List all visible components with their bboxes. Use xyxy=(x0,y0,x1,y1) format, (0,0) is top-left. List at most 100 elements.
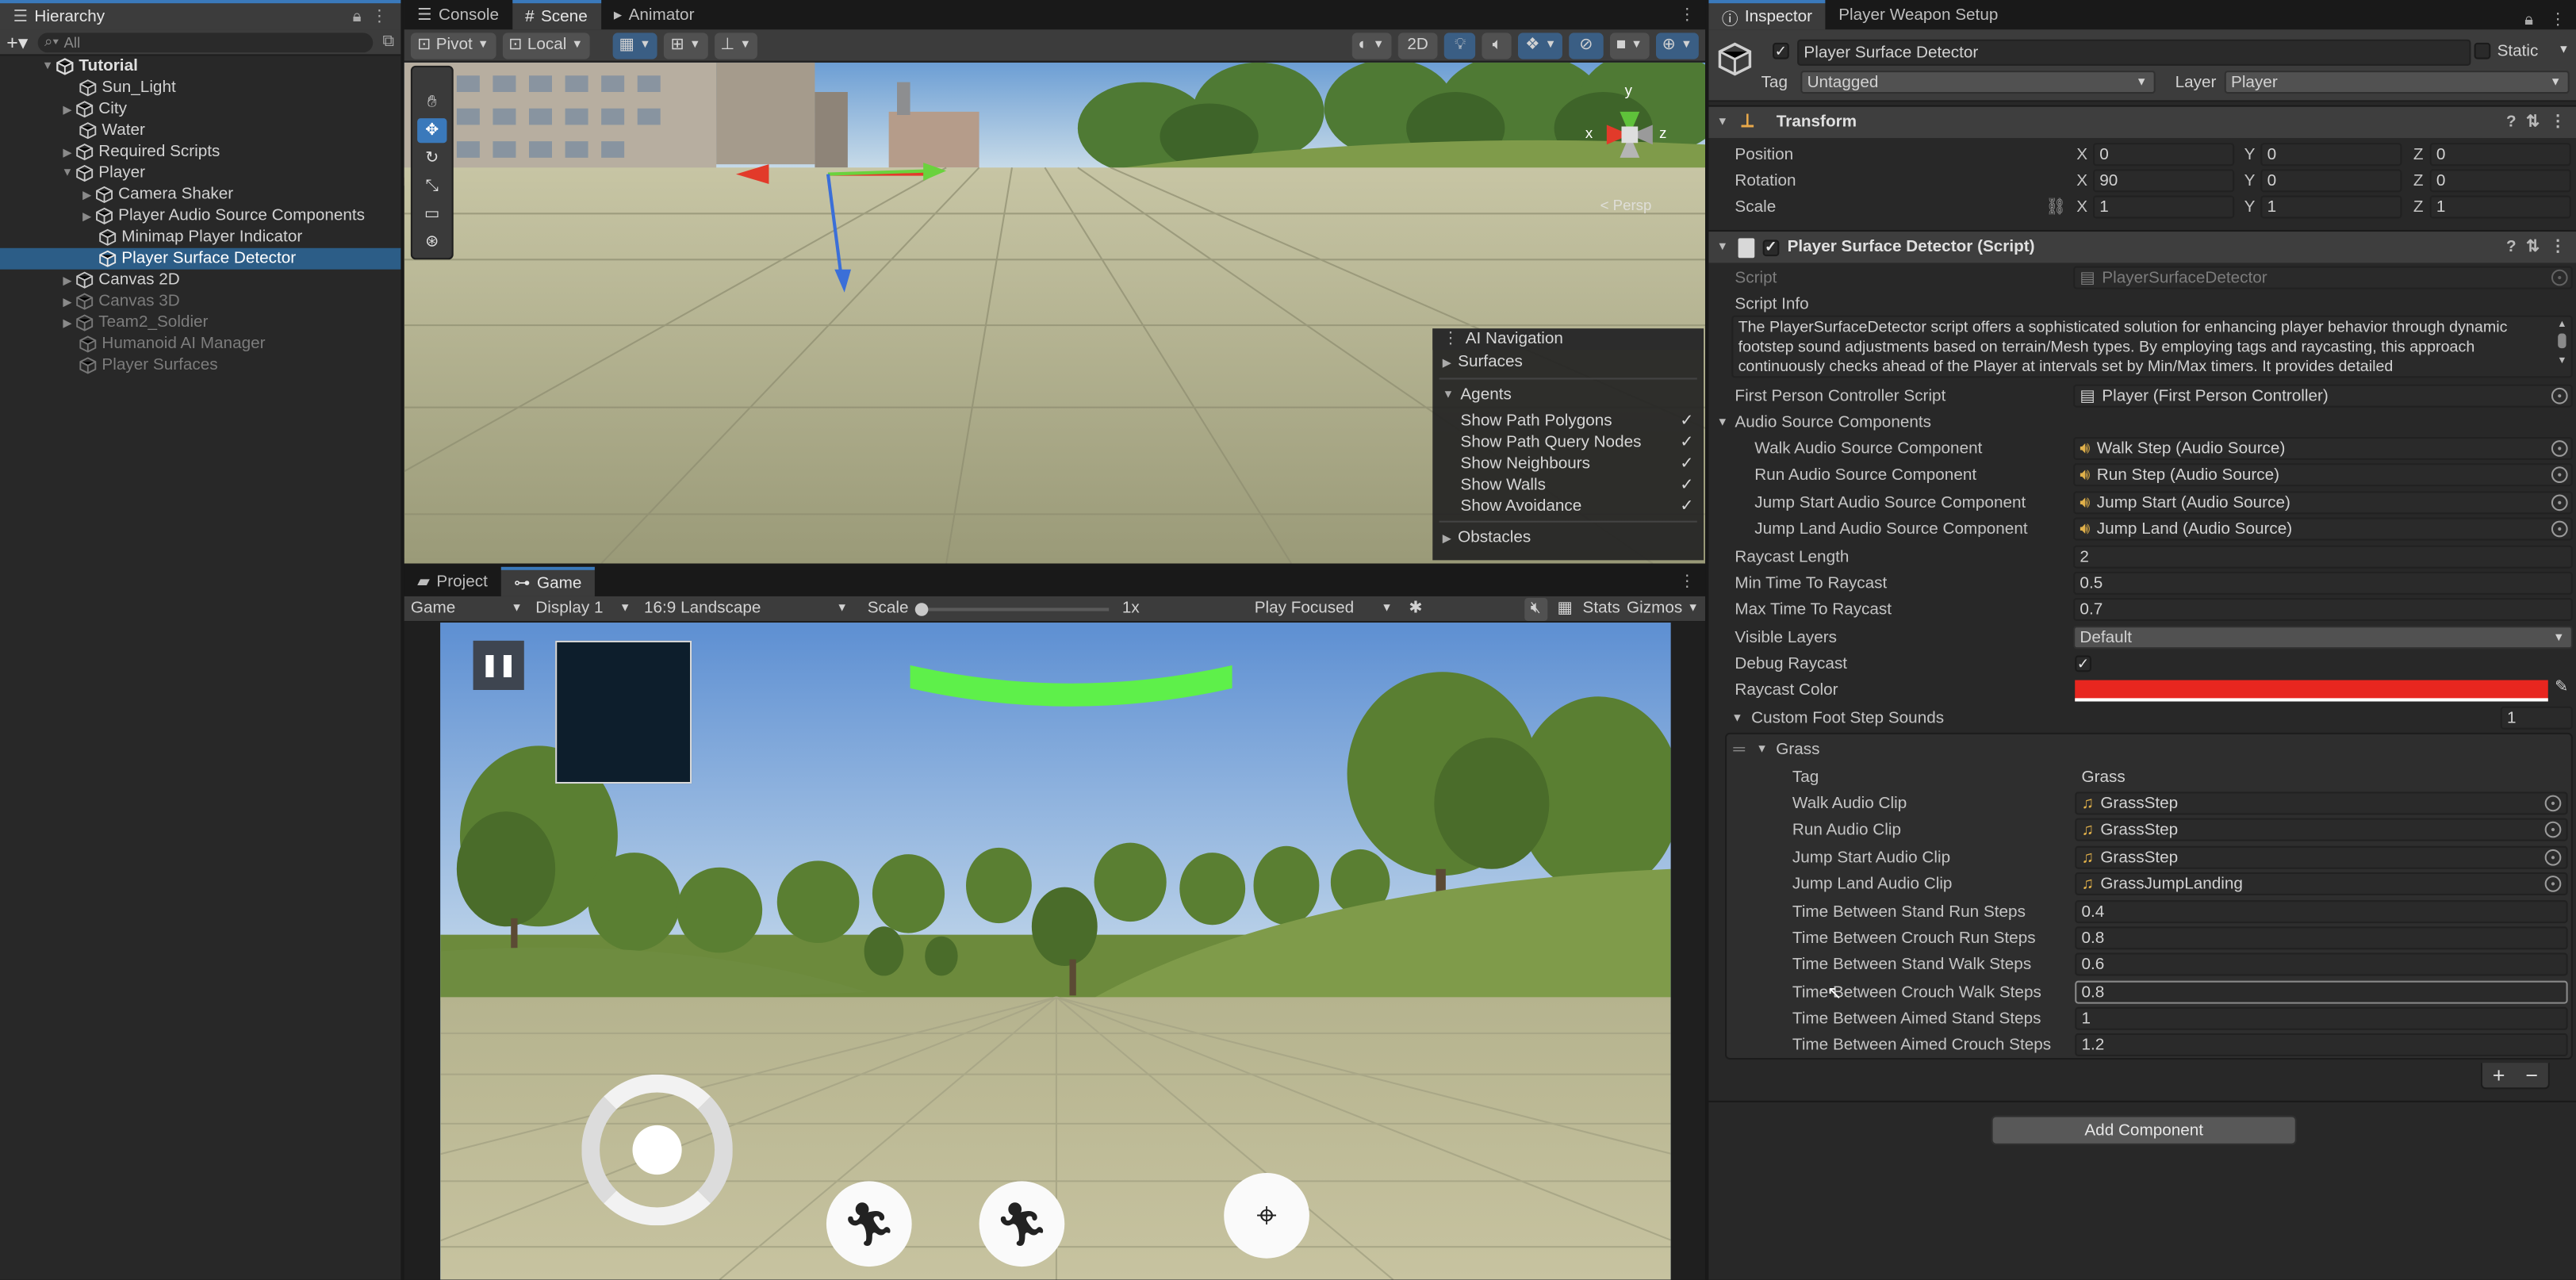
layer-dropdown[interactable]: Player ▼ xyxy=(2224,71,2570,94)
persp-label[interactable]: < Persp xyxy=(1600,197,1652,214)
raycast-color-swatch[interactable] xyxy=(2075,680,2548,702)
ruler-dropdown[interactable]: ⊥ ▼ xyxy=(714,32,758,59)
nav-option-show-avoidance[interactable]: Show Avoidance ✓ xyxy=(1432,496,1704,518)
object-picker-icon[interactable] xyxy=(2551,520,2568,538)
hierarchy-item-camera-shaker[interactable]: ▶ Camera Shaker xyxy=(0,184,401,205)
hierarchy-item-required-scripts[interactable]: ▶ Required Scripts xyxy=(0,141,401,163)
textarea-scrollbar[interactable]: ▲ ▼ xyxy=(2555,319,2570,376)
expand-arrow-icon[interactable]: ▶ xyxy=(79,188,95,201)
walk-audio-source-field[interactable]: 🔊︎ Walk Step (Audio Source) xyxy=(2073,437,2573,460)
tab-inspector[interactable]: ⓘ Inspector xyxy=(1708,0,1826,30)
run-button[interactable]: 🏃︎ xyxy=(979,1181,1065,1267)
object-name-field[interactable]: Player Surface Detector xyxy=(1797,39,2471,66)
custom-sounds-row[interactable]: ▼ Custom Foot Step Sounds 1 xyxy=(1708,705,2576,731)
scene-visibility-button[interactable]: ⊘ xyxy=(1569,32,1604,59)
more-menu-icon[interactable]: ⋮ xyxy=(371,7,388,25)
transform-tool-button[interactable]: ⊛ xyxy=(417,230,447,255)
agents-foldout[interactable]: ▼ Agents xyxy=(1432,385,1704,406)
hierarchy-item-player-surfaces[interactable]: Player Surfaces xyxy=(0,354,401,376)
jump-land-clip-field[interactable]: ♫ GrassJumpLanding xyxy=(2075,872,2568,895)
game-view-dropdown[interactable]: Game ▼ xyxy=(408,600,526,618)
lighting-toggle-button[interactable]: 💡︎ xyxy=(1444,32,1476,59)
object-picker-icon[interactable] xyxy=(2544,795,2562,812)
bug-icon[interactable]: ✱ xyxy=(1409,600,1422,618)
checkmark-icon[interactable]: ✓ xyxy=(1680,477,1693,495)
run-clip-field[interactable]: ♫ GrassStep xyxy=(2075,818,2568,841)
jump-start-clip-field[interactable]: ♫ GrassStep xyxy=(2075,845,2568,869)
object-picker-icon[interactable] xyxy=(2544,849,2562,866)
hierarchy-item-player-audio-source-components[interactable]: ▶ Player Audio Source Components xyxy=(0,205,401,227)
rotation-z-field[interactable]: 0 xyxy=(2429,169,2571,193)
grass-element-header[interactable]: ═ ▼ Grass xyxy=(1727,736,2571,762)
object-picker-icon[interactable] xyxy=(2551,466,2568,483)
lock-icon[interactable]: 🔒︎ xyxy=(353,7,362,25)
element-tag-field[interactable]: Grass xyxy=(2075,765,2567,788)
transform-header[interactable]: ▼ ⟂ Transform ? ⇅ ⋮ xyxy=(1708,105,2576,138)
hierarchy-item-tutorial[interactable]: ▼ Tutorial xyxy=(0,56,401,77)
position-z-field[interactable]: 0 xyxy=(2429,143,2571,167)
tab-console[interactable]: ☰ Console xyxy=(404,0,512,29)
script-info-textarea[interactable]: The PlayerSurfaceDetector script offers … xyxy=(1731,315,2573,378)
crouch-walk-steps-field[interactable]: 0.8 xyxy=(2075,980,2568,1004)
max-time-field[interactable]: 0.7 xyxy=(2073,598,2573,621)
lock-icon[interactable]: 🔒︎ xyxy=(2518,12,2540,30)
stats-button[interactable]: Stats xyxy=(1583,600,1620,618)
object-picker-icon[interactable] xyxy=(2551,387,2568,404)
nav-option-show-path-query-nodes[interactable]: Show Path Query Nodes ✓ xyxy=(1432,432,1704,454)
hierarchy-item-sun-light[interactable]: Sun_Light xyxy=(0,77,401,98)
hierarchy-item-city[interactable]: ▶ City xyxy=(0,98,401,120)
position-x-field[interactable]: 0 xyxy=(2093,143,2235,167)
surfaces-foldout[interactable]: ▶ Surfaces xyxy=(1432,351,1704,373)
crouch-aim-button[interactable]: ⌖ xyxy=(1224,1173,1309,1259)
object-picker-icon[interactable] xyxy=(2551,494,2568,512)
panel-divider-left[interactable] xyxy=(401,0,404,1280)
expand-arrow-icon[interactable]: ▶ xyxy=(59,145,76,159)
hierarchy-item-team2-soldier[interactable]: ▶ Team2_Soldier xyxy=(0,312,401,334)
checkmark-icon[interactable]: ✓ xyxy=(1680,455,1693,473)
movement-joystick[interactable] xyxy=(581,1074,733,1226)
scene-viewport[interactable]: ✋︎ ✥ ↻ ⤡ ▭ ⊛ y x z < Persp ⋮ AI Navigatio… xyxy=(404,62,1706,564)
snap-increment-dropdown[interactable]: ⊞ ▼ xyxy=(664,32,707,59)
position-y-field[interactable]: 0 xyxy=(2260,143,2402,167)
play-mode-dropdown[interactable]: Play Focused ▼ xyxy=(1252,600,1396,618)
jump-button[interactable]: 🏃︎ xyxy=(826,1181,912,1267)
pause-button[interactable]: ❚❚ xyxy=(473,640,524,690)
stand-run-steps-field[interactable]: 0.4 xyxy=(2075,900,2568,924)
component-enabled-checkbox[interactable]: ✓ xyxy=(1762,239,1780,256)
aimed-stand-steps-field[interactable]: 1 xyxy=(2075,1006,2568,1030)
more-menu-icon[interactable]: ⋮ xyxy=(1669,567,1706,596)
crouch-run-steps-field[interactable]: 0.8 xyxy=(2075,926,2568,950)
run-audio-source-field[interactable]: 🔊︎ Run Step (Audio Source) xyxy=(2073,463,2573,487)
expand-arrow-icon[interactable]: ▼ xyxy=(40,61,56,73)
move-tool-button[interactable]: ✥ xyxy=(417,118,447,144)
stand-walk-steps-field[interactable]: 0.6 xyxy=(2075,952,2568,976)
game-viewport[interactable]: ❚❚ 🏃︎ 🏃︎ ⌖ xyxy=(440,623,1671,1280)
scale-slider[interactable] xyxy=(914,599,1110,619)
audio-toggle-button[interactable]: 🔈︎ xyxy=(1482,32,1512,59)
more-menu-icon[interactable]: ⋮ xyxy=(2550,238,2566,256)
hierarchy-item-humanoid-ai-manager[interactable]: Humanoid AI Manager xyxy=(0,334,401,355)
debug-raycast-checkbox[interactable]: ✓ xyxy=(2075,655,2091,673)
hierarchy-item-player-surface-detector[interactable]: Player Surface Detector xyxy=(0,247,401,270)
object-picker-icon[interactable] xyxy=(2544,821,2562,838)
static-checkbox[interactable] xyxy=(2474,42,2491,59)
help-icon[interactable]: ? xyxy=(2506,113,2517,132)
tab-game[interactable]: ⊶ Game xyxy=(500,566,595,596)
grid-snap-dropdown[interactable]: ▦ ▼ xyxy=(612,32,657,59)
active-checkbox[interactable]: ✓ xyxy=(1773,43,1789,59)
rotation-y-field[interactable]: 0 xyxy=(2260,169,2402,193)
2d-toggle-button[interactable]: 2D xyxy=(1397,32,1439,59)
panel-divider-right[interactable] xyxy=(1705,0,1709,1280)
expand-arrow-icon[interactable]: ▶ xyxy=(59,274,76,287)
hierarchy-item-minimap-player-indicator[interactable]: Minimap Player Indicator xyxy=(0,227,401,248)
hierarchy-search-field[interactable]: ⌕▾ All xyxy=(37,32,373,52)
local-dropdown[interactable]: ⊡ Local ▼ xyxy=(501,32,590,59)
preset-icon[interactable]: ⇅ xyxy=(2526,113,2540,132)
preset-icon[interactable]: ⇅ xyxy=(2526,238,2540,256)
obstacles-foldout[interactable]: ▶ Obstacles xyxy=(1432,527,1704,549)
pivot-dropdown[interactable]: ⊡ Pivot ▼ xyxy=(410,32,496,59)
mute-audio-button[interactable]: 🔇︎ xyxy=(1524,596,1548,620)
raycast-length-field[interactable]: 2 xyxy=(2073,545,2573,569)
tab-animator[interactable]: ▸ Animator xyxy=(600,0,707,29)
more-menu-icon[interactable]: ⋮ xyxy=(2550,113,2566,132)
